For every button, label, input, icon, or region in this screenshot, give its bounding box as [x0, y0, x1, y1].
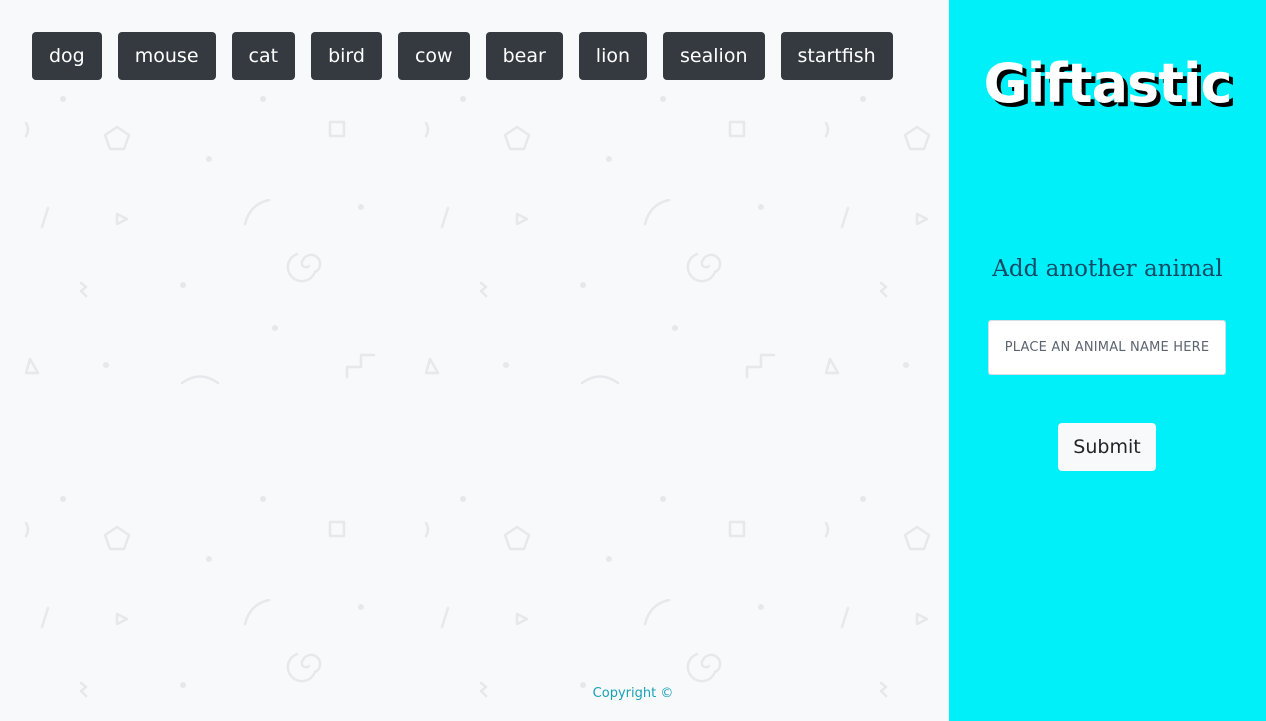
- animal-name-input[interactable]: [988, 320, 1226, 375]
- animal-button-row: dog mouse cat bird cow bear lion sealion startfi…: [32, 32, 893, 80]
- animal-button-lion[interactable]: lion: [578, 32, 648, 80]
- animal-button-startfish[interactable]: startfish: [780, 32, 893, 80]
- animal-button-dog[interactable]: dog: [32, 32, 102, 80]
- animal-button-bird[interactable]: bird: [311, 32, 382, 80]
- animal-button-mouse[interactable]: mouse: [117, 32, 216, 80]
- footer-copyright: Copyright ©: [592, 686, 674, 701]
- animal-button-bear[interactable]: bear: [485, 32, 563, 80]
- add-animal-heading: Add another animal: [992, 256, 1223, 282]
- animal-button-cow[interactable]: cow: [397, 32, 470, 80]
- background-pattern: [0, 0, 949, 721]
- submit-button[interactable]: Submit: [1058, 423, 1156, 471]
- animal-button-sealion[interactable]: sealion: [663, 32, 765, 80]
- brand-title: Giftastic: [983, 52, 1232, 115]
- sidebar: Giftastic Add another animal Submit: [949, 0, 1266, 721]
- animal-button-cat[interactable]: cat: [231, 32, 296, 80]
- main-content: dog mouse cat bird cow bear lion sealion startfi…: [0, 0, 949, 721]
